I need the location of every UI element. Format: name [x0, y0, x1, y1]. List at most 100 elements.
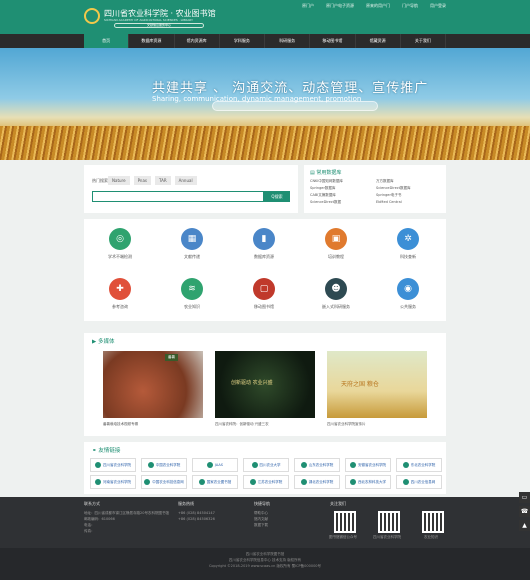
friendly-link-label: 四川农业信息网	[410, 479, 436, 484]
service-item[interactable]: ✚ 参考咨询	[90, 278, 150, 310]
institution-logo-icon	[95, 462, 101, 468]
chalkboard-icon: ▣	[325, 228, 347, 250]
institution-logo-icon	[198, 479, 205, 485]
footer-follow: 关注我们	[330, 501, 346, 510]
search-button[interactable]: Q搜索	[264, 191, 290, 202]
service-item[interactable]: ≋ 农业知识	[162, 278, 222, 310]
panel-title: ▶ 多媒体	[92, 337, 115, 345]
book-open-icon: ▢	[253, 278, 275, 300]
target-icon: ◎	[109, 228, 131, 250]
top-link[interactable]: 原门户	[302, 3, 314, 9]
phone-icon[interactable]: ☎	[519, 506, 530, 517]
video-thumbnail[interactable]: 天府之国 粮仓	[327, 351, 427, 418]
institution-logo-icon	[249, 479, 256, 485]
database-link[interactable]: CNKI中国知网数据库	[310, 179, 376, 184]
nav-item[interactable]: 移动图书馆	[310, 34, 356, 48]
service-item[interactable]: ✲ 科技查新	[378, 228, 438, 260]
institution-logo-icon	[251, 462, 258, 468]
friendly-link[interactable]: 国家农业图书馆	[192, 475, 238, 489]
service-item[interactable]: ▮ 数据库资源	[234, 228, 294, 260]
panel-title: ⚭ 友情链接	[92, 446, 120, 454]
friendly-link[interactable]: 四川农业信息网	[396, 475, 442, 489]
institution-logo-icon	[300, 479, 307, 485]
service-item[interactable]: ◉ 公共服务	[378, 278, 438, 310]
database-link[interactable]: EbMed Central	[376, 200, 442, 205]
nav-item[interactable]: 科研服务	[265, 34, 311, 48]
broadcast-icon: ◉	[397, 278, 419, 300]
chat-icon[interactable]: ▭	[519, 492, 530, 503]
institution-logo-icon	[300, 462, 307, 468]
video-caption[interactable]: 四川省农科院：创新驱动 兴盛三农	[215, 422, 269, 427]
nav-item[interactable]: 关于我们	[401, 34, 446, 48]
institution-logo-icon	[350, 462, 356, 468]
friendly-link[interactable]: 西北农林科技大学	[345, 475, 391, 489]
friendly-link[interactable]: 中国农业科学院	[141, 458, 187, 472]
service-label: 文献传递	[184, 254, 200, 259]
nav-item[interactable]: 馆藏资源	[356, 34, 401, 48]
friendly-link[interactable]: 江苏农业科学院	[243, 475, 289, 489]
friendly-link[interactable]: 东北农业科学院	[396, 458, 442, 472]
database-link[interactable]: ScienceDirect数据库	[376, 186, 442, 191]
footer-link[interactable]: 数据下载	[254, 522, 270, 528]
friendly-link[interactable]: 四川农业大学	[243, 458, 289, 472]
video-thumbnail[interactable]: 番薯	[103, 351, 203, 418]
qr-caption: 四川省农业科学院	[373, 535, 401, 539]
institution-logo-icon	[95, 479, 101, 485]
nav-item[interactable]: 馆内资源库	[175, 34, 220, 48]
top-link-login[interactable]: 用户登录	[430, 3, 446, 9]
friendly-link[interactable]: 山东农业科学院	[294, 458, 340, 472]
hot-search-chip[interactable]: Nature	[108, 176, 130, 185]
footer-heading: 服务热线	[178, 501, 194, 506]
video-caption[interactable]: 番薯栽培技术视频专辑	[103, 422, 138, 427]
database-list: CNKI中国知网数据库 万方数据库 Springer数据库 ScienceDir…	[310, 179, 442, 205]
database-link[interactable]: Springer数据库	[310, 186, 376, 191]
top-link[interactable]: 原来的用户门	[366, 3, 390, 9]
footer-text: 传真：	[84, 529, 95, 533]
hot-search-chip[interactable]: Pnas	[133, 176, 151, 185]
video-overlay-text: 番薯	[165, 354, 178, 361]
service-item[interactable]: ◎ 学术不端检测	[90, 228, 150, 260]
friendly-link[interactable]: 湖北农业科学院	[294, 475, 340, 489]
service-item[interactable]: ▦ 文献传递	[162, 228, 222, 260]
top-link[interactable]: 原门户电子资源	[326, 3, 354, 9]
site-logo[interactable]: 四川省农业科学院 · 农业图书馆 SICHUAN ACADEMY OF AGRI…	[84, 8, 216, 30]
hero-banner: 共建共享 、 沟通交流、动态管理、宣传推广 Sharing, communica…	[0, 48, 530, 160]
top-links: 原门户 原门户电子资源 原来的用户门 门户导航 用户登录	[302, 3, 446, 9]
video-caption[interactable]: 四川省农业科学院宣传片	[327, 422, 366, 427]
video-overlay-text: 天府之国 粮仓	[341, 381, 379, 388]
database-link[interactable]: CABI文摘数据库	[310, 193, 376, 198]
nav-item[interactable]: 数据库资源	[129, 34, 175, 48]
database-link[interactable]: 万方数据库	[376, 179, 442, 184]
friendly-link[interactable]: 四川省农业科学院	[90, 458, 136, 472]
service-item[interactable]: ▢ 移动图书馆	[234, 278, 294, 310]
footer-heading: 关注我们	[330, 501, 346, 506]
institution-logo-icon	[147, 462, 154, 468]
friendly-link[interactable]: JAAS	[192, 458, 238, 472]
nav-item[interactable]: 学科服务	[220, 34, 265, 48]
database-link[interactable]: Springer电子书	[376, 193, 442, 198]
footer-phone: +86 (028) 84506326	[178, 517, 215, 521]
top-link[interactable]: 门户导航	[402, 3, 418, 9]
friendly-link-label: 中国农业科学院	[155, 462, 181, 467]
hot-search-chip[interactable]: TAR	[155, 176, 171, 185]
nav-item-home[interactable]: 首页	[84, 34, 130, 48]
video-thumbnail[interactable]: 创新驱动 农业兴盛	[215, 351, 315, 418]
up-arrow-icon[interactable]: ▲	[519, 520, 530, 531]
qr-caption: 图书馆微信公众号	[329, 535, 357, 539]
service-item[interactable]: ▣ 培训教程	[306, 228, 366, 260]
panel-title-text: 多媒体	[97, 339, 115, 345]
friendly-link-label: 中国农业科技信息网	[152, 479, 184, 484]
friendly-link[interactable]: 中国农业科技信息网	[141, 475, 187, 489]
friendly-link[interactable]: 河南省农业科学院	[90, 475, 136, 489]
friendly-link[interactable]: 安徽省农业科学院	[345, 458, 391, 472]
institution-logo-icon	[402, 479, 409, 485]
institution-logo-icon	[206, 462, 213, 468]
friendly-link-label: 安徽省农业科学院	[358, 462, 386, 467]
search-input[interactable]	[92, 191, 264, 202]
database-icon: ▮	[253, 228, 275, 250]
copyright-line: Copyright ©2018-2019 www.scaas.cn 版权所有 蜀…	[208, 564, 322, 568]
database-link[interactable]: ScienceDirect数据	[310, 200, 376, 205]
friendly-link-label: 四川省农业科学院	[103, 462, 131, 467]
service-item[interactable]: ☻ 嵌入式科研服务	[306, 278, 366, 310]
hot-search-chip[interactable]: Annual	[174, 176, 197, 185]
